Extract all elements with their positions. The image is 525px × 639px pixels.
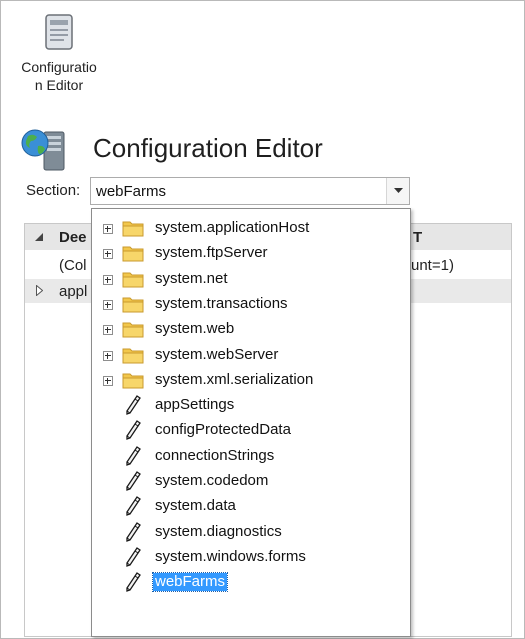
dropdown-item[interactable]: system.data (92, 494, 410, 519)
feature-label: Configuratio n Editor (21, 59, 97, 93)
dropdown-item-label: system.data (155, 497, 236, 515)
dropdown-item-label: configProtectedData (155, 421, 291, 439)
dropdown-item[interactable]: system.net (92, 267, 410, 292)
dropdown-item-label: appSettings (155, 396, 235, 414)
folder-icon (122, 319, 144, 339)
dropdown-item[interactable]: system.xml.serialization (92, 368, 410, 393)
expand-plus-icon[interactable] (103, 224, 113, 234)
dropdown-item-label: system.web (155, 320, 235, 338)
grid-header-value: T (413, 229, 423, 246)
dropdown-item[interactable]: system.ftpServer (92, 241, 410, 266)
grid-row-collection: (Col (59, 257, 87, 274)
dropdown-item[interactable]: system.applicationHost (92, 216, 410, 241)
dropdown-item[interactable]: system.web (92, 317, 410, 342)
dropdown-item[interactable]: configProtectedData (92, 418, 410, 443)
grid-row-collection-value: unt=1) (411, 257, 454, 274)
config-section-icon (122, 496, 144, 517)
dropdown-item[interactable]: system.diagnostics (92, 520, 410, 545)
section-label: Section: (26, 182, 81, 199)
dropdown-item-label: system.net (155, 269, 228, 287)
section-value: webFarms (96, 183, 167, 200)
config-section-icon (122, 395, 144, 415)
config-section-icon (122, 445, 144, 466)
section-dropdown-list[interactable]: system.applicationHost system.ftpServer sy… (91, 208, 411, 637)
expand-plus-icon[interactable] (103, 249, 113, 260)
dropdown-item[interactable]: connectionStrings (92, 444, 410, 469)
grid-row-applications: appl (59, 283, 88, 300)
dropdown-item[interactable]: system.codedom (92, 469, 410, 494)
dropdown-item-label: system.transactions (155, 294, 288, 312)
dropdown-item-label: system.codedom (155, 472, 269, 489)
folder-icon (122, 269, 144, 289)
config-section-icon (122, 572, 144, 593)
expand-triangle-icon[interactable] (36, 285, 43, 296)
section-combobox[interactable]: webFarms (90, 177, 410, 205)
dropdown-item-label: webFarms (151, 572, 229, 593)
config-section-icon (122, 546, 144, 567)
dropdown-item-label: connectionStrings (155, 446, 275, 464)
dropdown-item[interactable]: webFarms (92, 570, 410, 595)
folder-icon (122, 345, 144, 365)
dropdown-item[interactable]: system.transactions (92, 292, 410, 317)
chevron-down-icon (393, 188, 403, 193)
dropdown-item-label: system.ftpServer (155, 244, 268, 262)
dropdown-item[interactable]: system.windows.forms (92, 545, 410, 570)
document-icon (45, 14, 73, 50)
collapse-triangle-icon[interactable] (35, 233, 44, 241)
dropdown-item-label: system.windows.forms (155, 547, 306, 565)
dropdown-item-label: system.diagnostics (155, 522, 282, 540)
config-section-icon (122, 521, 144, 542)
dropdown-item-label: system.webServer (155, 345, 279, 363)
config-section-icon (122, 420, 144, 441)
expand-plus-icon[interactable] (103, 274, 113, 285)
dropdown-item[interactable]: system.webServer (92, 343, 410, 368)
expand-plus-icon[interactable] (103, 375, 113, 386)
page-title: Configuration Editor (93, 133, 323, 163)
expand-plus-icon[interactable] (103, 325, 113, 336)
server-globe-icon (21, 129, 65, 171)
dropdown-item-label: system.xml.serialization (155, 370, 314, 388)
folder-icon (122, 218, 144, 238)
dropdown-item-label: system.applicationHost (155, 219, 310, 236)
config-section-icon (122, 471, 144, 491)
grid-header-name: Dee (59, 229, 87, 246)
expand-plus-icon[interactable] (103, 299, 113, 310)
folder-icon (122, 370, 144, 390)
configuration-editor-feature[interactable]: Configuratio n Editor (6, 12, 112, 94)
folder-icon (122, 294, 144, 314)
expand-plus-icon[interactable] (103, 350, 113, 361)
dropdown-item[interactable]: appSettings (92, 393, 410, 418)
folder-icon (122, 243, 144, 263)
dropdown-arrow-button[interactable] (386, 178, 409, 204)
